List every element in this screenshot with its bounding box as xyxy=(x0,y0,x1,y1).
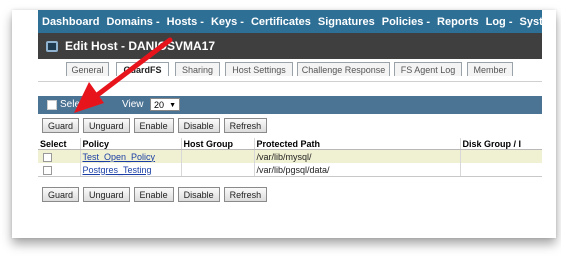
column-header-policy: Policy xyxy=(80,138,182,150)
action-buttons-bottom: Guard Unguard Enable Disable Refresh xyxy=(42,187,271,202)
screenshot-frame: Dashboard Domains - Hosts - Keys - Certi… xyxy=(12,10,556,238)
nav-policies[interactable]: Policies - xyxy=(382,16,430,28)
view-count-value: 20 xyxy=(154,100,165,110)
tab-general[interactable]: General xyxy=(66,62,109,76)
guard-button-bottom[interactable]: Guard xyxy=(42,187,80,202)
nav-certificates[interactable]: Certificates xyxy=(251,16,311,28)
nav-hosts[interactable]: Hosts - xyxy=(167,16,204,28)
nav-signatures[interactable]: Signatures xyxy=(318,16,375,28)
nav-log[interactable]: Log - xyxy=(486,16,513,28)
unguard-button[interactable]: Unguard xyxy=(83,118,130,133)
column-header-select: Select xyxy=(38,138,81,150)
disk-group-cell xyxy=(460,163,542,177)
tab-member[interactable]: Member xyxy=(467,62,513,76)
tab-sharing[interactable]: Sharing xyxy=(175,62,220,76)
unguard-button-bottom[interactable]: Unguard xyxy=(83,187,130,202)
tab-fs-agent-log[interactable]: FS Agent Log xyxy=(394,62,462,76)
top-navigation: Dashboard Domains - Hosts - Keys - Certi… xyxy=(38,10,542,33)
nav-keys[interactable]: Keys - xyxy=(211,16,244,28)
enable-button-bottom[interactable]: Enable xyxy=(133,187,174,202)
chevron-down-icon: ▼ xyxy=(169,102,176,109)
nav-reports[interactable]: Reports xyxy=(437,16,479,28)
table-row: Postgres_Testing /var/lib/pgsql/data/ xyxy=(38,163,542,177)
column-header-protected-path: Protected Path xyxy=(254,138,461,150)
table-row: Test_Open_Policy /var/lib/mysql/ xyxy=(38,149,542,163)
disable-button[interactable]: Disable xyxy=(177,118,220,133)
view-count-select[interactable]: 20 ▼ xyxy=(150,98,180,111)
protected-paths-table: Select Policy Host Group Protected Path … xyxy=(38,138,542,177)
column-header-disk-group: Disk Group / I xyxy=(460,138,542,150)
row-select-cell xyxy=(38,163,81,177)
select-all-label: Sele xyxy=(60,99,81,110)
page-header: Edit Host - DANIOSVMA17 xyxy=(38,33,542,59)
policy-link[interactable]: Test_Open_Policy xyxy=(83,152,156,162)
table-header-row: Select Policy Host Group Protected Path … xyxy=(38,138,542,150)
tab-guardfs[interactable]: GuardFS xyxy=(116,62,169,76)
host-group-cell xyxy=(181,163,255,177)
action-buttons-top: Guard Unguard Enable Disable Refresh xyxy=(42,118,271,133)
view-toolbar: Sele View 20 ▼ xyxy=(38,96,542,114)
policy-link[interactable]: Postgres_Testing xyxy=(83,165,152,175)
refresh-button[interactable]: Refresh xyxy=(223,118,268,133)
app-window: Dashboard Domains - Hosts - Keys - Certi… xyxy=(38,10,542,238)
guard-button[interactable]: Guard xyxy=(42,118,80,133)
nav-dashboard[interactable]: Dashboard xyxy=(42,16,99,28)
tab-host-settings[interactable]: Host Settings xyxy=(225,62,293,76)
protected-path-cell: /var/lib/pgsql/data/ xyxy=(254,163,461,177)
enable-button[interactable]: Enable xyxy=(133,118,174,133)
page-title: Edit Host - DANIOSVMA17 xyxy=(65,39,216,53)
view-label: View xyxy=(122,99,144,110)
nav-domains[interactable]: Domains - xyxy=(106,16,159,28)
host-group-cell xyxy=(181,149,255,163)
select-all-checkbox[interactable] xyxy=(47,100,57,110)
row-checkbox[interactable] xyxy=(43,165,52,175)
policy-cell: Test_Open_Policy xyxy=(80,149,182,163)
row-select-cell xyxy=(38,149,81,163)
policy-cell: Postgres_Testing xyxy=(80,163,182,177)
host-icon xyxy=(46,40,58,52)
tab-challenge-response[interactable]: Challenge Response xyxy=(297,62,390,76)
refresh-button-bottom[interactable]: Refresh xyxy=(223,187,268,202)
row-checkbox[interactable] xyxy=(43,152,52,162)
column-header-host-group: Host Group xyxy=(181,138,255,150)
tab-bar: General GuardFS Sharing Host Settings Ch… xyxy=(38,59,542,82)
disk-group-cell xyxy=(460,149,542,163)
protected-path-cell: /var/lib/mysql/ xyxy=(254,149,461,163)
disable-button-bottom[interactable]: Disable xyxy=(177,187,220,202)
nav-system[interactable]: System - xyxy=(520,16,543,28)
